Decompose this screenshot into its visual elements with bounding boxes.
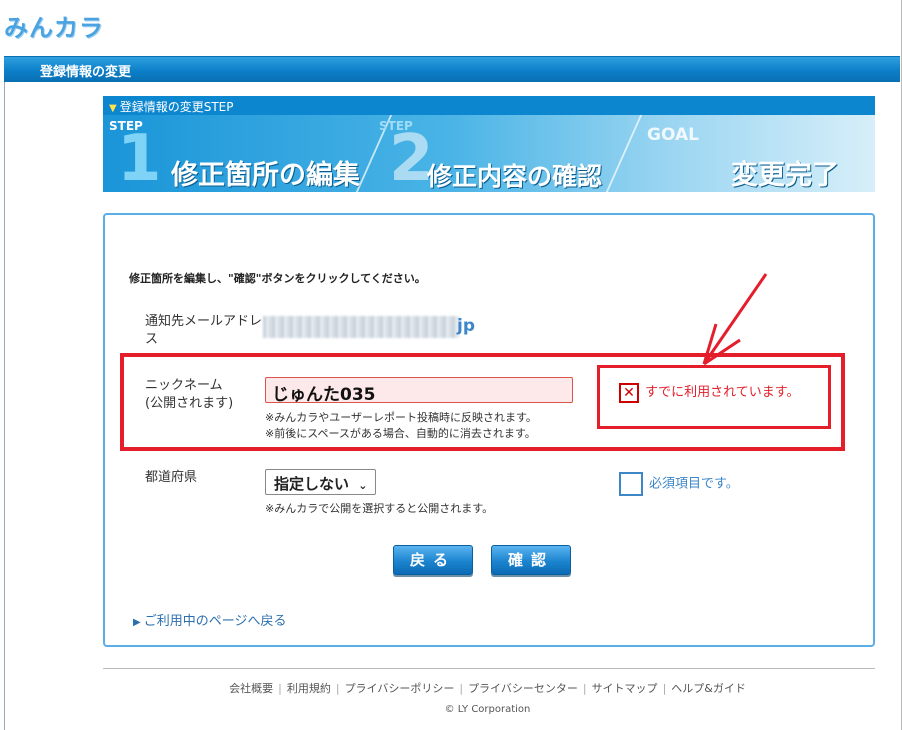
step-1: STEP 1 修正箇所の編集	[103, 115, 373, 192]
chevron-down-icon: ⌄	[358, 479, 368, 492]
left-divider	[4, 82, 5, 730]
email-label-line1: 通知先メールアドレ	[145, 314, 263, 329]
email-label: 通知先メールアドレ ス	[145, 313, 262, 349]
footer-separator: |	[662, 682, 667, 695]
footer-separator: |	[459, 682, 464, 695]
footer-link-company[interactable]: 会社概要	[229, 682, 273, 695]
nickname-note-1: ※みんカラやユーザーレポート投稿時に反映されます。	[265, 411, 537, 424]
arrow-shaft	[702, 273, 768, 365]
triangle-down-icon: ▼	[109, 103, 117, 114]
page: みんカラ 登録情報の変更 ▼ 登録情報の変更STEP STEP 1 修正箇所の編集…	[0, 0, 902, 730]
step-1-number: 1	[117, 122, 162, 196]
instruction-text: 修正箇所を編集し、"確認"ボタンをクリックしてください。	[129, 272, 426, 285]
copyright: © LY Corporation	[444, 704, 531, 715]
footer-separator: |	[335, 682, 340, 695]
required-status: 必須項目です。	[619, 472, 739, 496]
prefecture-selected: 指定しない	[274, 475, 350, 493]
prefecture-label: 都道府県	[145, 470, 198, 485]
footer-link-sitemap[interactable]: サイトマップ	[592, 682, 658, 695]
page-title-bar: 登録情報の変更	[4, 56, 900, 82]
required-checkbox-icon	[619, 472, 643, 496]
email-value-redacted	[263, 316, 459, 338]
email-label-line2: ス	[145, 332, 159, 347]
site-logo[interactable]: みんカラ	[4, 8, 104, 43]
x-error-icon: ✕	[619, 382, 639, 403]
nickname-label-line1: ニックネーム	[145, 378, 223, 393]
nickname-input[interactable]: じゅんた035	[265, 377, 573, 405]
footer-separator: |	[278, 682, 282, 695]
header: みんカラ	[0, 0, 901, 54]
back-button[interactable]: 戻る	[393, 545, 473, 575]
steps-body: STEP 1 修正箇所の編集 STEP 2 修正内容の確認 GOAL 変更完了	[103, 115, 875, 192]
email-value-suffix: jp	[457, 316, 475, 336]
triangle-right-icon: ▶	[133, 617, 141, 628]
step-2: STEP 2 修正内容の確認	[375, 115, 625, 192]
footer-links: 会社概要 | 利用規約 | プライバシーポリシー | プライバシーセンター | サイトマップ | ヘ…	[0, 680, 902, 696]
nickname-label-line2: (公開されます)	[145, 396, 234, 411]
step-indicator: ▼ 登録情報の変更STEP STEP 1 修正箇所の編集 STEP 2 修正内容の…	[103, 96, 875, 196]
step-heading-label: 登録情報の変更STEP	[119, 100, 234, 114]
nickname-note-2: ※前後にスペースがある場合、自動的に消去されます。	[265, 427, 536, 440]
footer-link-privacy-policy[interactable]: プライバシーポリシー	[345, 682, 455, 695]
nickname-label: ニックネーム (公開されます)	[145, 377, 233, 413]
prefecture-select[interactable]: 指定しない ⌄	[265, 469, 377, 495]
footer-link-help[interactable]: ヘルプ&ガイド	[671, 682, 746, 695]
step-1-label: 修正箇所の編集	[171, 160, 360, 191]
nickname-error-text: すでに利用されています。	[645, 385, 800, 400]
page-title: 登録情報の変更	[40, 65, 132, 80]
footer-link-terms[interactable]: 利用規約	[287, 682, 331, 695]
annotation-arrow	[702, 273, 768, 366]
step-2-label: 修正内容の確認	[427, 162, 603, 191]
step-heading: ▼ 登録情報の変更STEP	[103, 96, 875, 115]
required-text: 必須項目です。	[649, 476, 739, 492]
goal-tag: GOAL	[647, 125, 699, 145]
footer-separator: |	[582, 682, 587, 695]
footer-link-privacy-center[interactable]: プライバシーセンター	[468, 682, 578, 695]
return-to-page-link[interactable]: ▶ ご利用中のページへ戻る	[133, 610, 286, 629]
return-to-page-label: ご利用中のページへ戻る	[143, 614, 287, 629]
prefecture-note: ※みんカラで公開を選択すると公開されます。	[265, 502, 494, 515]
nickname-error: ✕ すでに利用されています。	[619, 381, 799, 403]
confirm-button[interactable]: 確認	[491, 545, 571, 575]
goal-label: 変更完了	[731, 160, 839, 191]
footer-divider	[103, 668, 875, 669]
step-goal: GOAL 変更完了	[625, 115, 875, 192]
